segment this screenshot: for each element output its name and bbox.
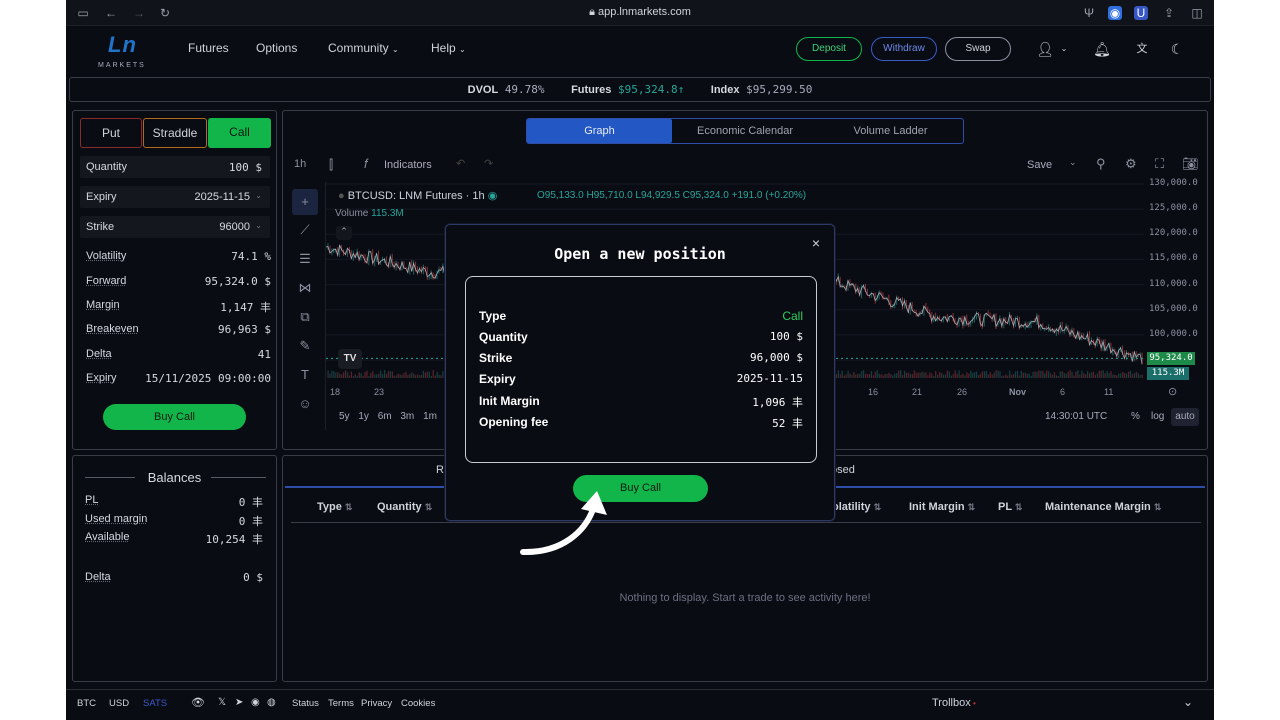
logo-subtitle: MARKETS — [98, 62, 146, 69]
stat-label: Expiry — [86, 372, 117, 384]
app-window: ▭ ← → ↻ 🔒︎ app.lnmarkets.com Ψ ◉ U ⇪ ◫ L… — [66, 0, 1214, 720]
strike-label: Strike — [86, 221, 115, 233]
nav-community-label: Community — [328, 41, 389, 55]
split-view-icon[interactable]: ◫ — [1190, 6, 1204, 20]
nav-help-label: Help — [431, 41, 456, 55]
expiry-select[interactable]: Expiry 2025-11-15 ⌄ — [80, 186, 270, 208]
withdraw-button[interactable]: Withdraw — [871, 37, 937, 61]
stat-value: 96,963 $ — [218, 323, 271, 336]
tab-running[interactable]: Ru — [436, 464, 450, 476]
nav-community[interactable]: Community ⌄ — [328, 41, 399, 55]
order-panel: Put Straddle Call Quantity 100 $ Expiry … — [72, 110, 277, 450]
top-nav: Ln MARKETS Futures Options Community ⌄ H… — [66, 26, 1214, 72]
lnmarkets-logo[interactable]: Ln MARKETS — [96, 32, 158, 69]
deposit-button[interactable]: Deposit — [796, 37, 862, 61]
stat-value: 1,147 丰 — [220, 301, 271, 314]
index-label: Index — [710, 84, 740, 96]
balance-label: PL — [85, 494, 99, 506]
tab-underline — [285, 486, 1205, 488]
address-bar[interactable]: 🔒︎ app.lnmarkets.com — [66, 6, 1214, 19]
chevron-down-icon: ⌄ — [1060, 44, 1068, 53]
balance-label: Delta — [85, 571, 111, 583]
quantity-value: 100 $ — [228, 161, 262, 174]
positions-panel: Ru osed Nothing to display. Start a trad… — [282, 455, 1208, 682]
stat-label: Delta — [86, 348, 112, 360]
chevron-down-icon: ⌄ — [459, 45, 466, 54]
url-text: app.lnmarkets.com — [597, 6, 691, 18]
futures-label: Futures — [571, 84, 612, 96]
share-icon[interactable]: ⇪ — [1162, 6, 1176, 20]
table-header-divider — [291, 522, 1201, 523]
dvol-value: 49.78% — [504, 83, 545, 96]
balance-value: 0 丰 — [238, 496, 263, 509]
dvol-label: DVOL — [467, 84, 499, 96]
quantity-field[interactable]: Quantity 100 $ — [80, 156, 270, 178]
balances-panel: Balances PL 0 丰 Used margin 0 丰 Available 1… — [72, 455, 277, 682]
chevron-down-icon: ⌄ — [255, 221, 262, 230]
stat-value: 15/11/2025 09:00:00 — [145, 372, 271, 385]
futures-value: $95,324.8 — [618, 83, 678, 96]
call-tab[interactable]: Call — [208, 118, 271, 148]
moon-icon[interactable]: ☾ — [1168, 40, 1186, 58]
ticker-bar: DVOL 49.78% Futures $95,324.8↑ Index $95… — [69, 77, 1211, 102]
stat-value: 95,324.0 $ — [204, 275, 271, 288]
chevron-down-icon: ⌄ — [255, 191, 262, 200]
user-icon[interactable]: 👤︎ — [1036, 40, 1054, 58]
strike-value: 96000 — [219, 221, 250, 233]
quantity-label: Quantity — [86, 161, 127, 173]
index-value: $95,299.50 — [746, 83, 813, 96]
stat-label: Volatility — [86, 250, 127, 262]
chevron-down-icon: ⌄ — [392, 45, 399, 54]
browser-bar: ▭ ← → ↻ 🔒︎ app.lnmarkets.com Ψ ◉ U ⇪ ◫ — [66, 0, 1214, 26]
expiry-value: 2025-11-15 — [194, 191, 250, 203]
stat-value: 74.1 % — [231, 250, 271, 263]
arrow-up-icon: ↑ — [677, 83, 685, 96]
tab-closed[interactable]: osed — [831, 464, 855, 476]
nav-help[interactable]: Help ⌄ — [431, 41, 466, 55]
nav-futures[interactable]: Futures — [188, 41, 229, 55]
empty-state: Nothing to display. Start a trade to see… — [619, 592, 871, 604]
language-icon[interactable]: 文 — [1133, 40, 1151, 58]
logo-mark: Ln — [108, 32, 137, 57]
lock-icon: 🔒︎ — [589, 6, 598, 18]
extension-blue-icon[interactable]: ◉ — [1108, 6, 1122, 20]
stat-label: Margin — [86, 299, 120, 311]
balance-label: Used margin — [85, 513, 148, 525]
swap-button[interactable]: Swap — [945, 37, 1011, 61]
extension-icon[interactable]: Ψ — [1082, 6, 1096, 20]
bell-icon[interactable]: 🔔︎ — [1093, 40, 1111, 58]
balance-label: Available — [85, 531, 130, 543]
straddle-tab[interactable]: Straddle — [143, 118, 207, 148]
nav-options[interactable]: Options — [256, 41, 297, 55]
balance-value: 0 丰 — [238, 515, 263, 528]
balance-value: 10,254 丰 — [205, 533, 263, 546]
buy-call-button[interactable]: Buy Call — [103, 404, 246, 430]
stat-label: Forward — [86, 275, 127, 287]
strike-select[interactable]: Strike 96000 ⌄ — [80, 216, 270, 238]
balance-value: 0 $ — [243, 571, 263, 584]
stat-value: 41 — [257, 348, 271, 361]
put-tab[interactable]: Put — [80, 118, 142, 148]
divider — [211, 477, 266, 478]
stat-label: Breakeven — [86, 323, 139, 335]
expiry-label: Expiry — [86, 191, 117, 203]
chart-panel — [282, 110, 1208, 450]
bitwarden-icon[interactable]: U — [1134, 6, 1148, 20]
